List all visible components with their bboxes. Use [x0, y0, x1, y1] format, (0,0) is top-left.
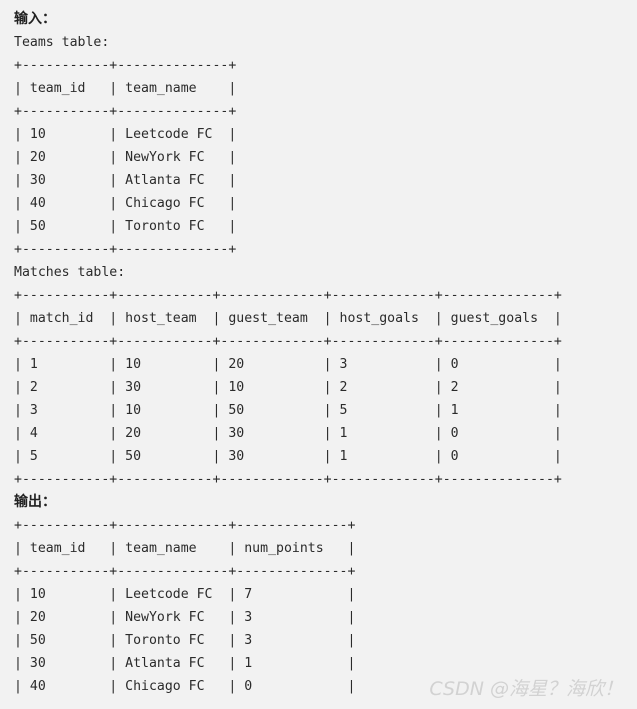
- matches-separator-bottom: +-----------+------------+-------------+…: [14, 472, 562, 487]
- matches-table: +-----------+------------+-------------+…: [14, 284, 637, 491]
- table-row: | 10 | Leetcode FC | 7 |: [14, 587, 356, 602]
- result-table: +-----------+--------------+------------…: [14, 514, 637, 698]
- table-row: | 1 | 10 | 20 | 3 | 0 |: [14, 357, 562, 372]
- teams-separator-header: +-----------+--------------+: [14, 104, 237, 119]
- table-row: | 10 | Leetcode FC |: [14, 127, 237, 142]
- teams-table: +-----------+--------------+ | team_id |…: [14, 54, 637, 261]
- table-row: | 40 | Chicago FC |: [14, 196, 237, 211]
- result-separator-header: +-----------+--------------+------------…: [14, 564, 356, 579]
- result-separator-top: +-----------+--------------+------------…: [14, 518, 356, 533]
- teams-table-caption: Teams table:: [14, 35, 110, 50]
- table-row: | 20 | NewYork FC | 3 |: [14, 610, 356, 625]
- output-heading: 输出：: [14, 494, 56, 510]
- table-row: | 50 | Toronto FC | 3 |: [14, 633, 356, 648]
- table-row: | 3 | 10 | 50 | 5 | 1 |: [14, 403, 562, 418]
- output-section: 输出： +-----------+--------------+--------…: [14, 491, 637, 698]
- table-row: | 20 | NewYork FC |: [14, 150, 237, 165]
- matches-separator-header: +-----------+------------+-------------+…: [14, 334, 562, 349]
- teams-separator-bottom: +-----------+--------------+: [14, 242, 237, 257]
- table-row: | 5 | 50 | 30 | 1 | 0 |: [14, 449, 562, 464]
- input-heading: 输入：: [14, 11, 56, 27]
- input-section: 输入： Teams table: +-----------+----------…: [14, 8, 637, 491]
- table-row: | 4 | 20 | 30 | 1 | 0 |: [14, 426, 562, 441]
- matches-header-row: | match_id | host_team | guest_team | ho…: [14, 311, 562, 326]
- matches-separator-top: +-----------+------------+-------------+…: [14, 288, 562, 303]
- table-row: | 30 | Atlanta FC |: [14, 173, 237, 188]
- result-header-row: | team_id | team_name | num_points |: [14, 541, 356, 556]
- matches-table-caption: Matches table:: [14, 265, 126, 280]
- table-row: | 2 | 30 | 10 | 2 | 2 |: [14, 380, 562, 395]
- table-row: | 50 | Toronto FC |: [14, 219, 237, 234]
- teams-header-row: | team_id | team_name |: [14, 81, 237, 96]
- csdn-watermark: CSDN @海星？海欣！: [429, 678, 623, 700]
- code-block-container: 输入： Teams table: +-----------+----------…: [0, 0, 637, 709]
- table-row: | 30 | Atlanta FC | 1 |: [14, 656, 356, 671]
- teams-separator-top: +-----------+--------------+: [14, 58, 237, 73]
